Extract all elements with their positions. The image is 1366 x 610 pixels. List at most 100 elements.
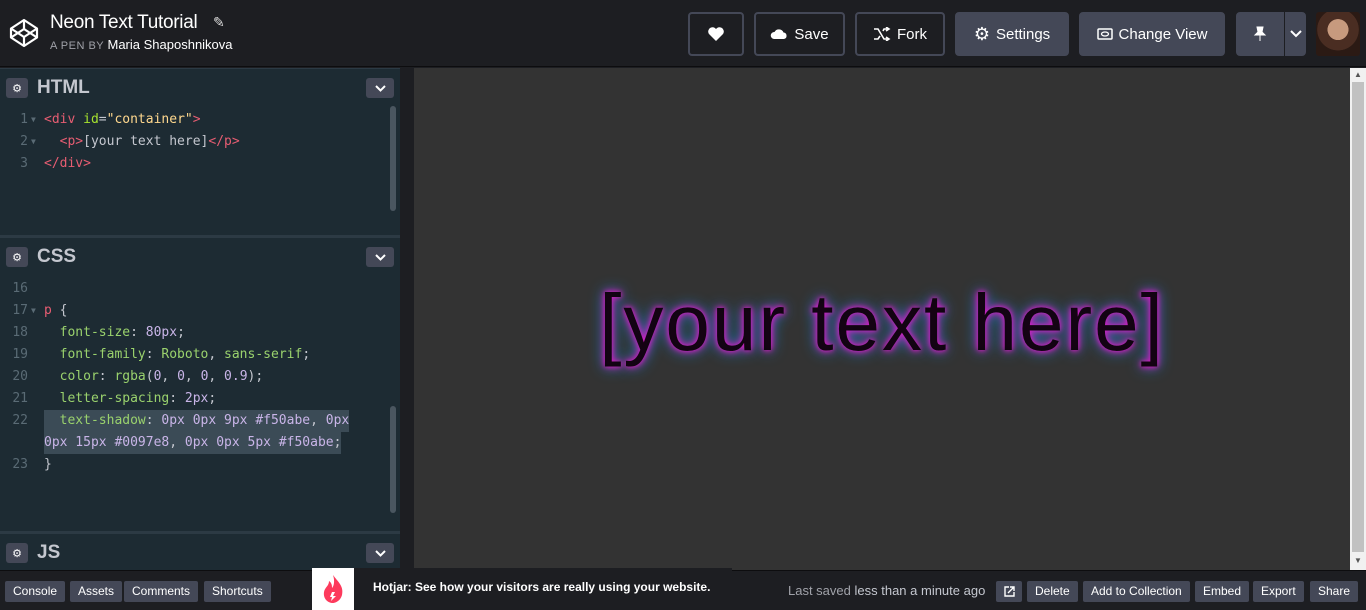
code-text: font-size: 80px; [59,325,185,340]
fork-button[interactable]: Fork [855,12,945,56]
code-text: 0px 15px #0097e8, 0px 0px 5px #f50abe; [44,432,342,454]
saved-prefix: Last saved [788,583,851,598]
code-line[interactable]: 19 font-family: Roboto, sans-serif; [0,344,400,366]
hotjar-ad[interactable]: Hotjar: See how your visitors are really… [312,568,732,610]
settings-label: Settings [995,25,1051,43]
code-text: font-family: Roboto, sans-serif; [59,347,311,362]
code-text: color: rgba(0, 0, 0, 0.9); [59,369,264,384]
hotjar-icon [312,568,354,610]
pen-title[interactable]: Neon Text Tutorial [50,12,198,34]
code-text: </div> [44,156,91,171]
scroll-up-arrow-icon[interactable]: ▲ [1354,70,1362,79]
line-number: 22 [12,413,28,428]
fold-arrow-icon[interactable]: ▼ [31,300,36,322]
code-text: <p>[your text here]</p> [59,134,240,149]
change-view-button[interactable]: Change View [1079,12,1225,56]
html-editor[interactable]: 1 ▼ <div id="container"> 2 ▼ <p>[your text h… [0,104,400,235]
fork-icon [874,27,891,41]
embed-button[interactable]: Embed [1195,581,1250,602]
fold-arrow-icon[interactable]: ▼ [31,109,36,131]
css-collapse-button[interactable] [366,247,394,267]
footer-bar: Console Assets Comments Shortcuts Hotjar… [0,568,1366,610]
author-link[interactable]: Maria Shaposhnikova [108,37,233,52]
js-collapse-button[interactable] [366,543,394,563]
preview-pane[interactable]: [your text here] [414,68,1350,570]
gear-icon[interactable]: ⚙ [6,543,28,563]
console-button[interactable]: Console [5,581,66,602]
html-collapse-button[interactable] [366,78,394,98]
settings-button[interactable]: ⚙ Settings [955,12,1069,56]
code-line[interactable]: 22 text-shadow: 0px 0px 9px #f50abe, 0px [0,410,400,432]
byline-prefix: A PEN BY [50,40,104,52]
chevron-down-icon [1289,30,1302,38]
cloud-icon [771,29,787,39]
fork-label: Fork [897,25,927,43]
code-line[interactable]: 16 [0,278,400,300]
chevron-down-icon [374,549,386,557]
header-bar: Neon Text Tutorial ✎ A PEN BY Maria Shap… [0,0,1366,67]
line-number: 2 [20,134,28,149]
code-line[interactable]: 1 ▼ <div id="container"> [0,109,400,131]
save-button[interactable]: Save [754,12,845,56]
code-line[interactable]: 17 ▼ p { [0,300,400,322]
code-line[interactable]: 23} [0,454,400,476]
add-to-collection-button[interactable]: Add to Collection [1083,581,1190,602]
chevron-down-icon [374,84,386,92]
pencil-icon[interactable]: ✎ [213,14,225,31]
code-line[interactable]: 2 ▼ <p>[your text here]</p> [0,131,400,153]
line-number: 16 [12,281,28,296]
pin-button[interactable] [1236,12,1284,56]
js-pane-title: JS [37,542,61,563]
shortcuts-button[interactable]: Shortcuts [204,581,271,602]
comments-button[interactable]: Comments [124,581,199,602]
save-label: Save [794,25,829,43]
avatar[interactable] [1316,12,1360,56]
fold-arrow-icon[interactable]: ▼ [31,131,36,153]
assets-button[interactable]: Assets [70,581,123,602]
gear-icon[interactable]: ⚙ [6,247,28,267]
preview-scrollbar[interactable]: ▲ ▼ [1350,68,1366,570]
gear-icon[interactable]: ⚙ [6,78,28,98]
open-external-button[interactable] [996,581,1022,602]
export-button[interactable]: Export [1253,581,1304,602]
code-line[interactable]: 20 color: rgba(0, 0, 0, 0.9); [0,366,400,388]
preview-neon-text: [your text here] [599,278,1165,367]
share-button[interactable]: Share [1310,581,1359,602]
last-saved-status: Last saved less than a minute ago [788,583,985,598]
line-number: 19 [12,347,28,362]
saved-time: less than a minute ago [854,583,986,598]
resize-gutter[interactable] [400,68,414,570]
code-line[interactable]: 3 </div> [0,153,400,175]
css-pane-title: CSS [37,246,77,267]
change-view-label: Change View [1118,25,1208,43]
pin-icon [1253,26,1267,41]
pin-dropdown-button[interactable] [1285,12,1306,56]
delete-button[interactable]: Delete [1027,581,1078,602]
chevron-down-icon [374,253,386,261]
external-link-icon [1003,586,1015,597]
codepen-logo-icon[interactable] [8,17,40,49]
change-view-icon [1096,28,1113,40]
scroll-down-arrow-icon[interactable]: ▼ [1354,556,1362,565]
line-number: 23 [12,457,28,472]
code-line[interactable]: 18 font-size: 80px; [0,322,400,344]
line-number: 18 [12,325,28,340]
css-pane-header: ⚙ CSS [0,237,400,273]
preview-scroll-thumb[interactable] [1352,82,1364,552]
js-pane-header: ⚙ JS [0,533,400,570]
line-number: 20 [12,369,28,384]
css-editor[interactable]: 16 17 ▼ p {18 font-size: 80px; 19 font-famil… [0,273,400,531]
code-text: } [44,457,52,472]
line-number: 1 [20,112,28,127]
line-number: 21 [12,391,28,406]
code-line[interactable]: 0px 15px #0097e8, 0px 0px 5px #f50abe; [0,432,400,454]
code-text: <div id="container"> [44,112,201,127]
code-line[interactable]: 21 letter-spacing: 2px; [0,388,400,410]
heart-icon [708,27,724,41]
html-pane-title: HTML [37,77,90,98]
heart-button[interactable] [688,12,744,56]
code-text: p { [44,303,68,318]
line-number: 17 [12,303,28,318]
code-text: letter-spacing: 2px; [59,391,217,406]
byline: A PEN BY Maria Shaposhnikova [50,37,233,52]
